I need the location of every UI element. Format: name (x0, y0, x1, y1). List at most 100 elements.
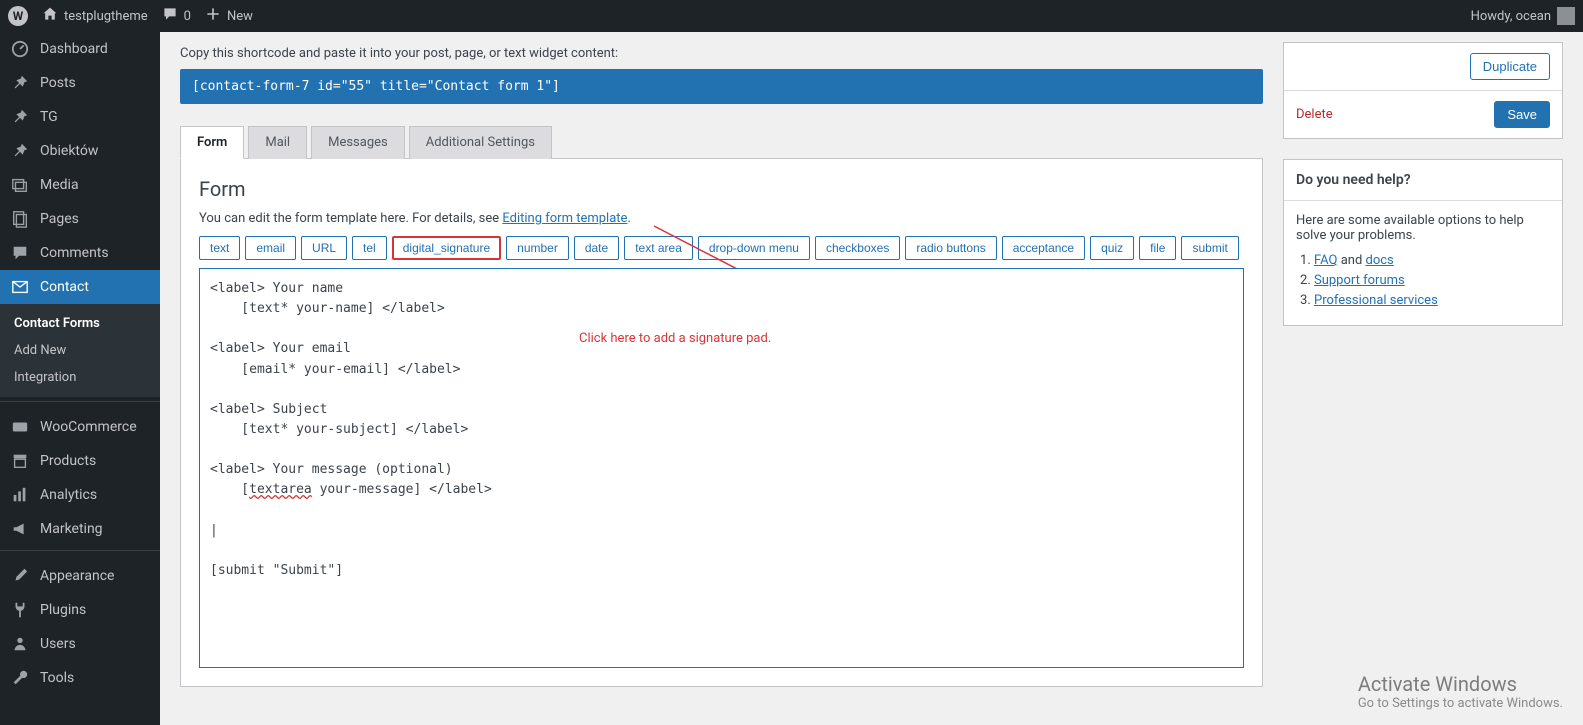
admin-sidebar: Dashboard Posts TG Obiektów Media Pages Commen… (0, 32, 160, 725)
tab-form[interactable]: Form (180, 126, 244, 159)
tag-button-checkboxes[interactable]: checkboxes (815, 236, 900, 260)
duplicate-button[interactable]: Duplicate (1470, 53, 1550, 80)
pin-icon (10, 108, 30, 126)
admin-toolbar: W testplugtheme 0 New Howdy, ocean (0, 0, 1583, 32)
tag-button-number[interactable]: number (506, 236, 569, 260)
sidebar-item-label: Pages (40, 211, 79, 227)
tag-button-email[interactable]: email (245, 236, 296, 260)
site-name-link[interactable]: testplugtheme (42, 6, 148, 26)
plug-icon (10, 601, 30, 619)
wordpress-icon: W (8, 6, 28, 26)
sidebar-submenu: Contact FormsAdd NewIntegration (0, 304, 160, 397)
comments-link[interactable]: 0 (162, 6, 191, 26)
tag-button-text[interactable]: text (199, 236, 240, 260)
tag-button-digital-signature[interactable]: digital_signature (392, 236, 501, 260)
tag-button-drop-down-menu[interactable]: drop-down menu (698, 236, 810, 260)
sidebar-item-label: Posts (40, 75, 76, 91)
tag-button-date[interactable]: date (574, 236, 619, 260)
tag-button-tel[interactable]: tel (352, 236, 387, 260)
help-item-1: FAQ and docs (1314, 253, 1550, 268)
support-forums-link[interactable]: Support forums (1314, 273, 1405, 288)
sidebar-separator (0, 401, 160, 406)
sidebar-item-label: Obiektów (40, 143, 98, 159)
help-box: Do you need help? Here are some availabl… (1283, 159, 1563, 326)
sidebar-item-label: Products (40, 453, 96, 469)
pages-icon (10, 210, 30, 228)
sidebar-item-label: Analytics (40, 487, 97, 503)
comment-icon (162, 6, 178, 26)
tab-mail[interactable]: Mail (248, 126, 307, 159)
avatar-icon (1557, 7, 1575, 25)
form-panel: Form You can edit the form template here… (180, 159, 1263, 687)
sidebar-item-analytics[interactable]: Analytics (0, 478, 160, 512)
tag-button-url[interactable]: URL (301, 236, 347, 260)
comment-icon (10, 244, 30, 262)
sidebar-item-woocommerce[interactable]: WooCommerce (0, 410, 160, 444)
save-button[interactable]: Save (1494, 101, 1550, 128)
form-template-textarea[interactable]: <label> Your name [text* your-name] </la… (199, 268, 1244, 668)
sidebar-item-label: Plugins (40, 602, 86, 618)
sidebar-item-products[interactable]: Products (0, 444, 160, 478)
my-account-link[interactable]: Howdy, ocean (1471, 7, 1575, 25)
sidebar-separator (0, 550, 160, 555)
mail-icon (10, 278, 30, 296)
shortcode-box[interactable]: [contact-form-7 id="55" title="Contact f… (180, 69, 1263, 104)
panel-desc-text: You can edit the form template here. For… (199, 211, 502, 226)
tag-button-quiz[interactable]: quiz (1090, 236, 1134, 260)
sidebar-item-label: Tools (40, 670, 74, 686)
megaphone-icon (10, 520, 30, 538)
sidebar-item-dashboard[interactable]: Dashboard (0, 32, 160, 66)
tag-button-file[interactable]: file (1139, 236, 1176, 260)
sidebar-subitem-add-new[interactable]: Add New (0, 337, 160, 364)
publish-box: Duplicate Delete Save (1283, 42, 1563, 139)
faq-link[interactable]: FAQ (1314, 253, 1337, 268)
sidebar-item-appearance[interactable]: Appearance (0, 559, 160, 593)
sidebar-item-media[interactable]: Media (0, 168, 160, 202)
editing-template-link[interactable]: Editing form template (502, 211, 627, 226)
docs-link[interactable]: docs (1366, 253, 1394, 268)
tag-button-acceptance[interactable]: acceptance (1002, 236, 1085, 260)
tag-generator-buttons: textemailURLteldigital_signaturenumberda… (199, 236, 1244, 260)
plus-icon (205, 6, 221, 26)
sidebar-item-comments[interactable]: Comments (0, 236, 160, 270)
panel-description: You can edit the form template here. For… (199, 211, 1244, 226)
users-icon (10, 635, 30, 653)
pin-icon (10, 142, 30, 160)
sidebar-item-pages[interactable]: Pages (0, 202, 160, 236)
sidebar-item-plugins[interactable]: Plugins (0, 593, 160, 627)
sidebar-item-contact[interactable]: Contact (0, 270, 160, 304)
comments-count: 0 (184, 9, 191, 24)
new-content-link[interactable]: New (205, 6, 253, 26)
archive-icon (10, 452, 30, 470)
professional-services-link[interactable]: Professional services (1314, 293, 1438, 308)
wp-logo-menu[interactable]: W (8, 6, 28, 26)
brush-icon (10, 567, 30, 585)
site-name-label: testplugtheme (64, 9, 148, 24)
sidebar-item-label: Comments (40, 245, 109, 261)
sidebar-item-obiektów[interactable]: Obiektów (0, 134, 160, 168)
tag-button-radio-buttons[interactable]: radio buttons (905, 236, 996, 260)
tag-button-text-area[interactable]: text area (624, 236, 693, 260)
dashboard-icon (10, 40, 30, 58)
tools-icon (10, 669, 30, 687)
sidebar-item-tools[interactable]: Tools (0, 661, 160, 695)
delete-link[interactable]: Delete (1296, 107, 1333, 122)
form-tabs: FormMailMessagesAdditional Settings (180, 126, 1263, 159)
content-area: Copy this shortcode and paste it into yo… (160, 32, 1583, 707)
sidebar-item-label: Media (40, 177, 79, 193)
sidebar-subitem-contact-forms[interactable]: Contact Forms (0, 310, 160, 337)
sidebar-item-label: Marketing (40, 521, 103, 537)
sidebar-item-label: Users (40, 636, 76, 652)
sidebar-item-users[interactable]: Users (0, 627, 160, 661)
tag-button-submit[interactable]: submit (1181, 236, 1238, 260)
tab-messages[interactable]: Messages (311, 126, 405, 159)
shortcode-intro: Copy this shortcode and paste it into yo… (180, 46, 1263, 61)
sidebar-item-marketing[interactable]: Marketing (0, 512, 160, 546)
panel-title: Form (199, 177, 1244, 201)
sidebar-item-posts[interactable]: Posts (0, 66, 160, 100)
sidebar-item-label: Appearance (40, 568, 114, 584)
sidebar-subitem-integration[interactable]: Integration (0, 364, 160, 391)
sidebar-item-tg[interactable]: TG (0, 100, 160, 134)
chart-icon (10, 486, 30, 504)
tab-additional-settings[interactable]: Additional Settings (409, 126, 552, 159)
